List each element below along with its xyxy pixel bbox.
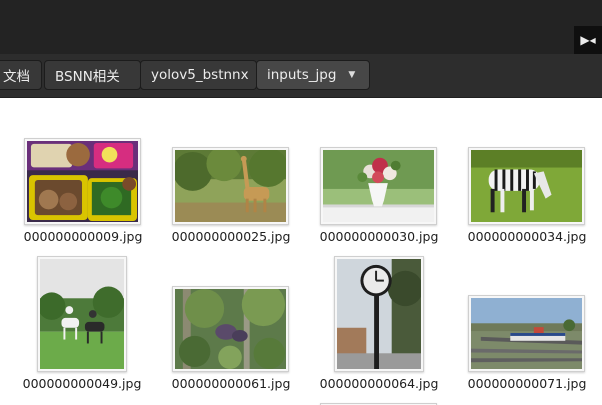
file-name: 000000000030.jpg xyxy=(319,229,439,244)
flower-vase-image xyxy=(323,150,434,222)
file-thumbnail xyxy=(468,295,585,372)
sidebar-toggle-icon: ▶◂ xyxy=(580,33,596,47)
file-name: 000000000049.jpg xyxy=(22,376,142,391)
zebra-image xyxy=(471,150,582,222)
breadcrumb-documents[interactable]: 文档 xyxy=(0,60,42,90)
street-clock-image xyxy=(337,259,423,369)
file-name: 000000000034.jpg xyxy=(467,229,587,244)
breadcrumb-label: 文档 xyxy=(3,69,30,85)
title-bar: ▶◂ xyxy=(0,0,602,54)
dropdown-arrow-icon[interactable]: ▼ xyxy=(348,70,355,80)
elephants-jungle-image xyxy=(175,283,286,369)
file-grid: 000000000009.jpg 000000000025.jpg 000000… xyxy=(0,98,602,405)
train-yard-image xyxy=(471,298,582,369)
horses-image xyxy=(38,259,124,369)
file-thumbnail xyxy=(172,146,289,225)
path-bar: 文档 BSNN相关 yolov5_bstnnx inputs_jpg ▼ xyxy=(0,54,602,98)
breadcrumb-yolov5-bstnnx[interactable]: yolov5_bstnnx xyxy=(140,60,257,90)
breadcrumb-label: BSNN相关 xyxy=(55,69,120,85)
breadcrumb-label: yolov5_bstnnx xyxy=(151,67,249,83)
breadcrumb-inputs-jpg[interactable]: inputs_jpg ▼ xyxy=(256,60,370,90)
file-thumbnail xyxy=(24,138,141,225)
file-thumbnail xyxy=(468,147,585,225)
file-thumbnail xyxy=(320,147,437,225)
file-name: 000000000061.jpg xyxy=(171,376,291,391)
file-thumbnail xyxy=(172,283,289,372)
file-name: 000000000071.jpg xyxy=(467,376,587,391)
lunch-box-image xyxy=(27,141,138,222)
breadcrumb-label: inputs_jpg xyxy=(267,67,337,83)
breadcrumb-bsnn[interactable]: BSNN相关 xyxy=(44,60,141,90)
file-thumbnail xyxy=(37,256,127,372)
file-name: 000000000025.jpg xyxy=(171,229,291,244)
giraffe-image xyxy=(173,146,288,222)
sidebar-toggle-button[interactable]: ▶◂ xyxy=(574,26,602,54)
file-thumbnail xyxy=(334,256,424,372)
file-name: 000000000064.jpg xyxy=(319,376,439,391)
file-name: 000000000009.jpg xyxy=(23,229,143,244)
